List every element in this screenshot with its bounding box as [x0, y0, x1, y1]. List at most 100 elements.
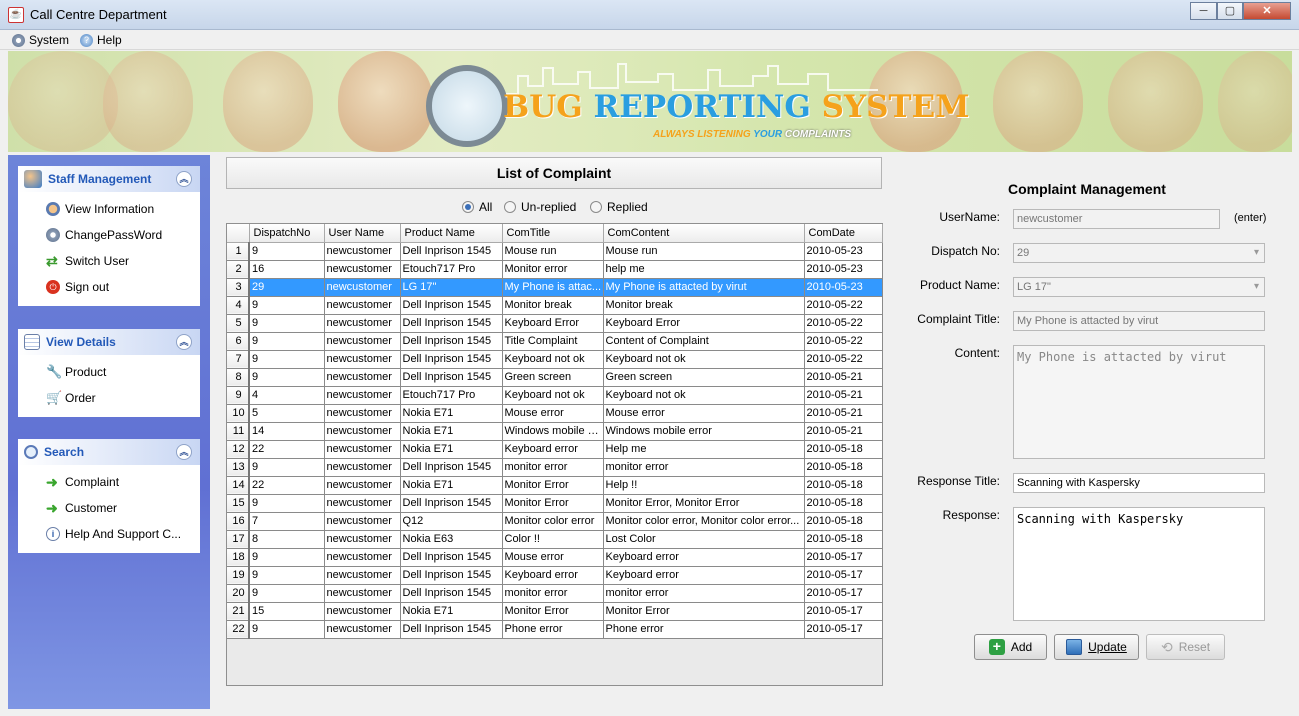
row-index-cell: 20: [227, 584, 250, 603]
staff-management-group: Staff Management ︽ View Information Chan…: [18, 166, 200, 306]
banner-person-image: [223, 51, 313, 152]
sidebar-item-switch-user[interactable]: ⇄ Switch User: [18, 248, 200, 274]
search-header[interactable]: Search ︽: [18, 439, 200, 465]
table-cell: newcustomer: [324, 494, 401, 513]
table-row[interactable]: 2 16 newcustomer Etouch717 Pro Monitor error…: [227, 260, 883, 279]
table-row[interactable]: 6 9 newcustomer Dell Inprison 1545 Title Com…: [227, 332, 883, 351]
reset-button[interactable]: ⟲ Reset: [1146, 634, 1225, 660]
table-row[interactable]: 19 9 newcustomer Dell Inprison 1545 Keyboard…: [227, 566, 883, 585]
row-index-cell: 16: [227, 512, 250, 531]
column-header[interactable]: User Name: [324, 224, 401, 243]
maximize-button[interactable]: ▢: [1217, 2, 1243, 20]
collapse-icon[interactable]: ︽: [176, 444, 192, 460]
filter-unreplied-radio[interactable]: Un-replied: [504, 200, 576, 214]
sidebar-item-change-password[interactable]: ChangePassWord: [18, 222, 200, 248]
dispatch-label: Dispatch No:: [931, 244, 1000, 258]
table-cell: 29: [249, 278, 325, 297]
content-label: Content:: [954, 346, 1000, 360]
menu-help[interactable]: ? Help: [80, 32, 122, 48]
table-cell: Keyboard not ok: [603, 350, 805, 369]
column-header[interactable]: Product Name: [400, 224, 503, 243]
view-details-header[interactable]: View Details ︽: [18, 329, 200, 355]
column-header-index[interactable]: [227, 224, 250, 243]
table-cell: Windows mobile e...: [502, 422, 604, 441]
table-row[interactable]: 15 9 newcustomer Dell Inprison 1545 Monitor …: [227, 494, 883, 513]
complaint-title-field[interactable]: My Phone is attacted by virut: [1013, 311, 1265, 331]
table-cell: 9: [249, 296, 325, 315]
table-cell: Dell Inprison 1545: [400, 242, 503, 261]
gear-icon: [12, 33, 25, 47]
table-row[interactable]: 5 9 newcustomer Dell Inprison 1545 Keyboard …: [227, 314, 883, 333]
sidebar-item-product[interactable]: 🔧 Product: [18, 359, 200, 385]
sidebar-item-help-support[interactable]: i Help And Support C...: [18, 521, 200, 547]
table-row[interactable]: 9 4 newcustomer Etouch717 Pro Keyboard not o…: [227, 386, 883, 405]
collapse-icon[interactable]: ︽: [176, 171, 192, 187]
table-cell: 9: [249, 332, 325, 351]
table-row[interactable]: 14 22 newcustomer Nokia E71 Monitor Error Hel…: [227, 476, 883, 495]
table-cell: Keyboard not ok: [603, 386, 805, 405]
search-icon: [24, 445, 38, 459]
sidebar-item-complaint[interactable]: ➜ Complaint: [18, 469, 200, 495]
row-index-cell: 13: [227, 458, 250, 477]
table-cell: Keyboard error: [603, 548, 805, 567]
table-cell: Green screen: [502, 368, 604, 387]
table-cell: monitor error: [603, 584, 805, 603]
table-row[interactable]: 17 8 newcustomer Nokia E63 Color !! Lost Colo…: [227, 530, 883, 549]
sidebar-item-sign-out[interactable]: ⏻ Sign out: [18, 274, 200, 300]
table-cell: newcustomer: [324, 404, 401, 423]
staff-management-header[interactable]: Staff Management ︽: [18, 166, 200, 192]
table-row[interactable]: 1 9 newcustomer Dell Inprison 1545 Mouse run…: [227, 242, 883, 261]
update-button[interactable]: Update: [1054, 634, 1139, 660]
menu-bar: System ? Help: [0, 30, 1299, 50]
complaint-table-grid: DispatchNo User Name Product Name ComTitle C…: [227, 224, 883, 639]
table-row[interactable]: 7 9 newcustomer Dell Inprison 1545 Keyboard …: [227, 350, 883, 369]
sidebar-item-order[interactable]: 🛒 Order: [18, 385, 200, 411]
table-cell: Help me: [603, 440, 805, 459]
minimize-button[interactable]: ─: [1190, 2, 1217, 20]
table-row[interactable]: 11 14 newcustomer Nokia E71 Windows mobile e…: [227, 422, 883, 441]
table-row[interactable]: 20 9 newcustomer Dell Inprison 1545 monitor …: [227, 584, 883, 603]
table-row[interactable]: 10 5 newcustomer Nokia E71 Mouse error Mouse …: [227, 404, 883, 423]
product-select[interactable]: LG 17": [1013, 277, 1265, 297]
banner-title: BUG REPORTING SYSTEM: [503, 89, 970, 125]
filter-all-radio[interactable]: All: [462, 200, 492, 214]
username-field[interactable]: newcustomer: [1013, 209, 1220, 229]
filter-label: Replied: [607, 200, 648, 214]
table-row[interactable]: 16 7 newcustomer Q12 Monitor color error Moni…: [227, 512, 883, 531]
table-cell: Green screen: [603, 368, 805, 387]
filter-label: All: [479, 200, 493, 214]
column-header[interactable]: ComTitle: [502, 224, 604, 243]
table-cell: My Phone is attacted by virut: [603, 278, 805, 297]
menu-system[interactable]: System: [12, 32, 69, 48]
table-row[interactable]: 22 9 newcustomer Dell Inprison 1545 Phone er…: [227, 620, 883, 639]
sidebar-item-label: Switch User: [65, 254, 130, 268]
dispatch-select[interactable]: 29: [1013, 243, 1265, 263]
response-textarea[interactable]: Scanning with Kaspersky: [1013, 507, 1265, 621]
gear-icon: [46, 228, 60, 242]
table-cell: Color !!: [502, 530, 604, 549]
table-row[interactable]: 8 9 newcustomer Dell Inprison 1545 Green scr…: [227, 368, 883, 387]
table-row[interactable]: 21 15 newcustomer Nokia E71 Monitor Error Mon…: [227, 602, 883, 621]
table-row[interactable]: 3 29 newcustomer LG 17" My Phone is attac...…: [227, 278, 883, 297]
table-row[interactable]: 4 9 newcustomer Dell Inprison 1545 Monitor b…: [227, 296, 883, 315]
radio-icon: [504, 201, 516, 213]
content-textarea[interactable]: My Phone is attacted by virut: [1013, 345, 1265, 459]
close-button[interactable]: ✕: [1243, 2, 1291, 20]
table-cell: Nokia E71: [400, 602, 503, 621]
response-title-field[interactable]: Scanning with Kaspersky: [1013, 473, 1265, 493]
table-row[interactable]: 13 9 newcustomer Dell Inprison 1545 monitor …: [227, 458, 883, 477]
sidebar-item-view-information[interactable]: View Information: [18, 196, 200, 222]
column-header[interactable]: ComContent: [603, 224, 805, 243]
table-row[interactable]: 18 9 newcustomer Dell Inprison 1545 Mouse er…: [227, 548, 883, 567]
table-row[interactable]: 12 22 newcustomer Nokia E71 Keyboard error He…: [227, 440, 883, 459]
row-index-cell: 10: [227, 404, 250, 423]
add-button[interactable]: + Add: [974, 634, 1047, 660]
column-header[interactable]: DispatchNo: [249, 224, 325, 243]
sidebar-item-customer[interactable]: ➜ Customer: [18, 495, 200, 521]
table-cell: Monitor Error: [603, 602, 805, 621]
product-value: LG 17": [1017, 281, 1051, 293]
column-header[interactable]: ComDate: [804, 224, 883, 243]
switch-arrows-icon: ⇄: [46, 253, 58, 269]
collapse-icon[interactable]: ︽: [176, 334, 192, 350]
filter-replied-radio[interactable]: Replied: [590, 200, 648, 214]
